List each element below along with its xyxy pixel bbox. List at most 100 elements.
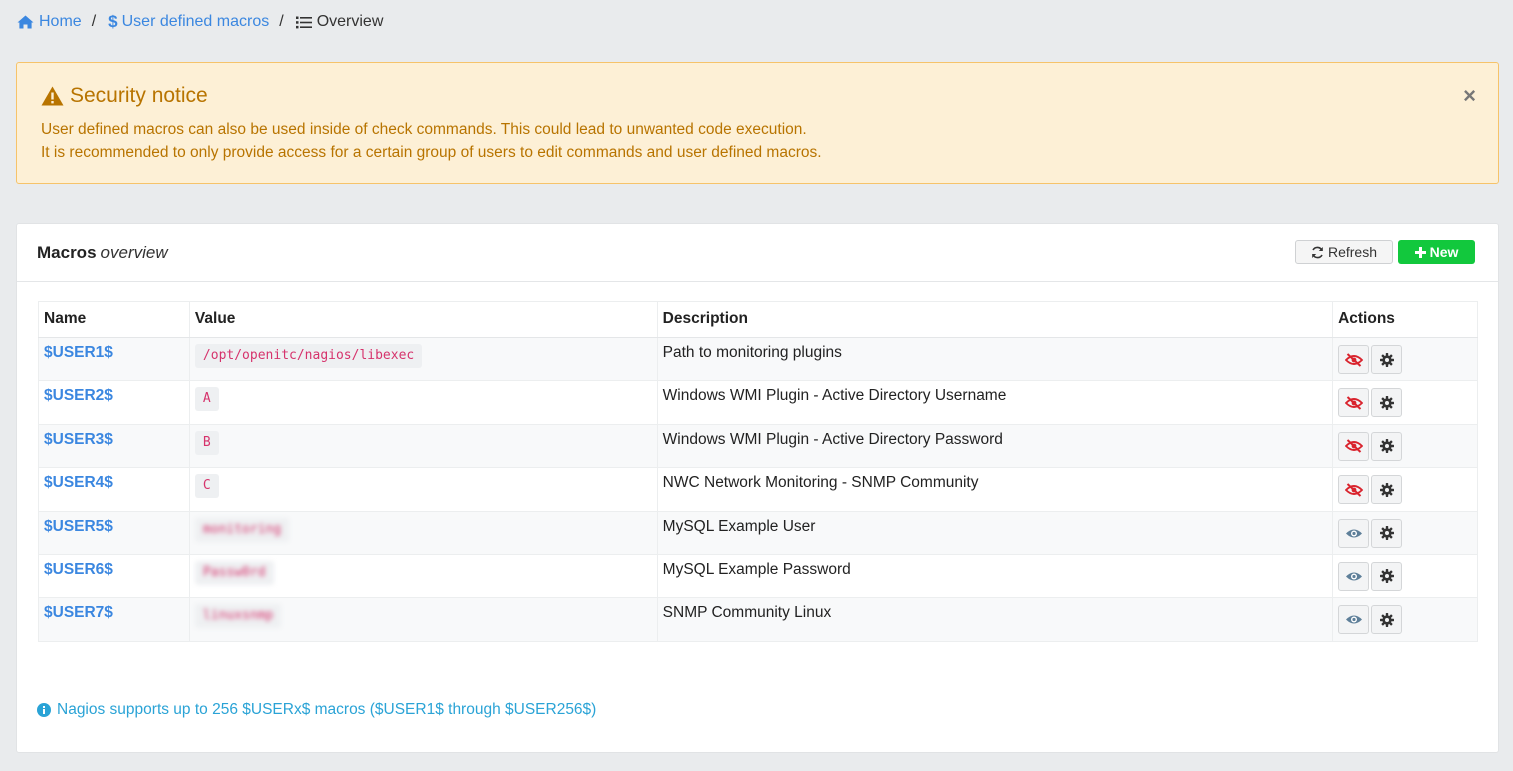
cell-value: monitoring: [188, 510, 658, 555]
breadcrumb: Home / $ User defined macros / Overview: [17, 11, 383, 33]
cell-actions: [1332, 336, 1478, 382]
info-note: Nagios supports up to 256 $USERx$ macros…: [37, 701, 596, 719]
table-header-row: Name Value Description Actions: [38, 301, 1478, 338]
column-header-name[interactable]: Name: [38, 301, 190, 338]
table-row: $USER7$ linuxsnmp SNMP Community Linux: [38, 597, 1478, 642]
cell-name: $USER7$: [38, 597, 190, 642]
macro-name-link[interactable]: $USER6$: [44, 561, 113, 578]
cell-value: B: [188, 423, 658, 469]
eye-slash-icon[interactable]: [1338, 345, 1370, 374]
macro-value: A: [194, 387, 219, 412]
macro-value: Passw0rd: [194, 560, 274, 585]
cell-value: /opt/openitc/nagios/libexec: [188, 336, 658, 382]
macro-name-link[interactable]: $USER7$: [44, 604, 113, 621]
macro-value: /opt/openitc/nagios/libexec: [194, 344, 423, 368]
table-row: $USER4$ C NWC Network Monitoring - SNMP Co…: [38, 467, 1478, 512]
close-icon[interactable]: ×: [1463, 85, 1476, 107]
macro-value: C: [194, 474, 219, 499]
info-icon: [37, 703, 51, 717]
column-header-value[interactable]: Value: [188, 301, 658, 338]
plus-icon: [1414, 246, 1426, 258]
table-row: $USER1$ /opt/openitc/nagios/libexec Path t…: [38, 336, 1478, 382]
new-label: New: [1429, 244, 1459, 260]
gear-icon[interactable]: [1371, 345, 1403, 374]
breadcrumb-separator: /: [91, 13, 97, 30]
card-title-bold: Macros: [37, 243, 97, 262]
gear-icon[interactable]: [1371, 388, 1403, 418]
cell-actions: [1332, 553, 1478, 599]
cell-actions: [1332, 597, 1478, 642]
card-title-italic: overview: [100, 243, 168, 262]
macro-value: B: [194, 430, 219, 455]
cell-name: $USER6$: [38, 553, 190, 599]
macros-table: Name Value Description Actions $USER1$ /o…: [38, 301, 1478, 642]
eye-slash-icon[interactable]: [1338, 388, 1370, 418]
cell-value: linuxsnmp: [188, 597, 658, 642]
refresh-icon: [1311, 246, 1324, 259]
gear-icon[interactable]: [1371, 561, 1403, 591]
eye-icon[interactable]: [1338, 561, 1370, 591]
eye-slash-icon[interactable]: [1338, 475, 1370, 505]
breadcrumb-macros-link[interactable]: $ User defined macros: [108, 12, 269, 32]
notice-title-text: Security notice: [70, 84, 208, 107]
refresh-button[interactable]: Refresh: [1295, 240, 1393, 264]
cell-name: $USER3$: [38, 423, 190, 469]
card-title: Macros overview: [37, 243, 168, 263]
card-header: Macros overview Refresh New: [17, 224, 1498, 282]
cell-description: MySQL Example User: [656, 510, 1334, 555]
column-header-actions: Actions: [1332, 301, 1478, 338]
new-button[interactable]: New: [1398, 240, 1475, 264]
table-row: $USER3$ B Windows WMI Plugin - Active Dire…: [38, 423, 1478, 469]
cell-description: SNMP Community Linux: [656, 597, 1334, 642]
macro-value: linuxsnmp: [194, 604, 282, 629]
breadcrumb-home-label: Home: [39, 13, 82, 30]
cell-description: Path to monitoring plugins: [656, 336, 1334, 382]
cell-value: A: [188, 380, 658, 425]
cell-description: NWC Network Monitoring - SNMP Community: [656, 467, 1334, 512]
macro-name-link[interactable]: $USER3$: [44, 431, 113, 448]
warning-icon: [41, 86, 64, 106]
cell-value: C: [188, 467, 658, 512]
cell-name: $USER4$: [38, 467, 190, 512]
cell-actions: [1332, 380, 1478, 425]
macro-name-link[interactable]: $USER1$: [44, 344, 113, 361]
macro-name-link[interactable]: $USER2$: [44, 387, 113, 404]
table-row: $USER2$ A Windows WMI Plugin - Active Dire…: [38, 380, 1478, 425]
gear-icon[interactable]: [1371, 605, 1403, 635]
macro-name-link[interactable]: $USER5$: [44, 518, 113, 535]
cell-value: Passw0rd: [188, 553, 658, 599]
breadcrumb-current-label: Overview: [316, 13, 384, 30]
notice-text-line-1: User defined macros can also be used ins…: [41, 121, 807, 138]
dollar-icon: $: [108, 12, 118, 31]
breadcrumb-home-link[interactable]: Home: [17, 13, 82, 31]
notice-title: Security notice: [41, 84, 208, 108]
eye-slash-icon[interactable]: [1338, 431, 1370, 461]
cell-name: $USER5$: [38, 510, 190, 555]
breadcrumb-macros-label: User defined macros: [121, 13, 270, 30]
cell-name: $USER2$: [38, 380, 190, 425]
macros-card: Macros overview Refresh New Name Value De…: [16, 223, 1499, 753]
breadcrumb-current: Overview: [295, 13, 384, 31]
refresh-label: Refresh: [1327, 244, 1378, 260]
home-icon: [17, 15, 34, 29]
security-notice: Security notice User defined macros can …: [16, 62, 1499, 184]
column-header-description[interactable]: Description: [656, 301, 1334, 338]
notice-text-line-2: It is recommended to only provide access…: [41, 144, 822, 161]
table-row: $USER6$ Passw0rd MySQL Example Password: [38, 553, 1478, 599]
cell-actions: [1332, 423, 1478, 469]
eye-icon[interactable]: [1338, 605, 1370, 635]
cell-name: $USER1$: [38, 336, 190, 382]
gear-icon[interactable]: [1371, 431, 1403, 461]
table-row: $USER5$ monitoring MySQL Example User: [38, 510, 1478, 555]
cell-description: Windows WMI Plugin - Active Directory Us…: [656, 380, 1334, 425]
cell-description: Windows WMI Plugin - Active Directory Pa…: [656, 423, 1334, 469]
cell-actions: [1332, 467, 1478, 512]
gear-icon[interactable]: [1371, 475, 1403, 505]
macro-value: monitoring: [194, 517, 290, 542]
cell-actions: [1332, 510, 1478, 555]
macro-name-link[interactable]: $USER4$: [44, 474, 113, 491]
eye-icon[interactable]: [1338, 518, 1370, 548]
info-text: Nagios supports up to 256 $USERx$ macros…: [57, 701, 597, 718]
gear-icon[interactable]: [1371, 518, 1403, 548]
breadcrumb-separator: /: [279, 13, 284, 30]
